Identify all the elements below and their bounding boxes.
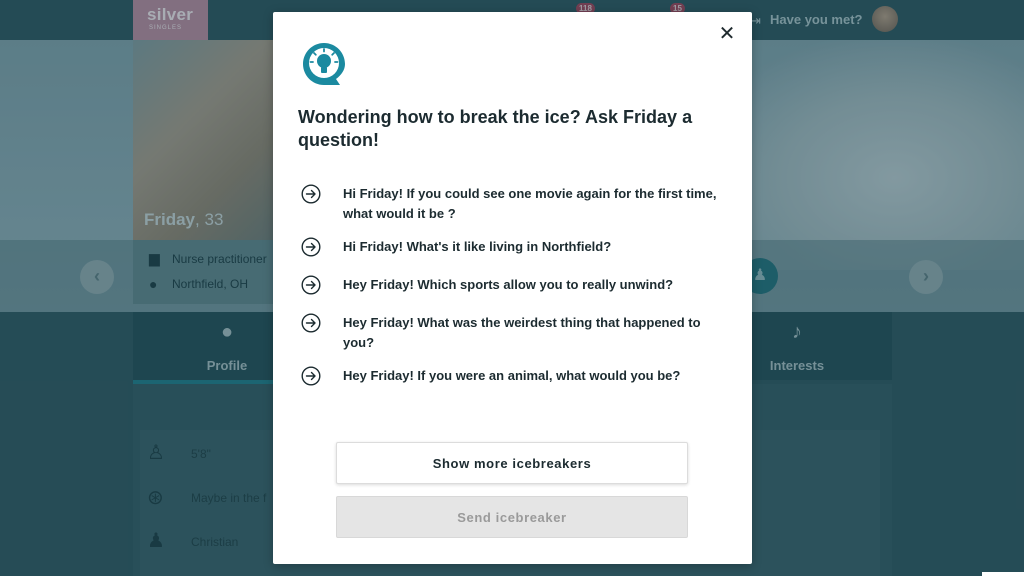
close-icon[interactable]: ✕ <box>716 23 738 45</box>
send-icebreaker-button[interactable]: Send icebreaker <box>336 496 688 538</box>
icebreaker-question-text: Hey Friday! What was the weirdest thing … <box>343 315 701 350</box>
arrow-circle-right-icon <box>301 313 321 333</box>
arrow-circle-right-icon <box>301 275 321 295</box>
arrow-circle-right-icon <box>301 237 321 257</box>
icebreaker-question-text: Hi Friday! What's it like living in Nort… <box>343 239 612 254</box>
icebreaker-question-text: Hey Friday! If you were an animal, what … <box>343 368 681 383</box>
icebreaker-modal: ✕ Wondering how to break the ice? Ask Fr… <box>273 12 752 564</box>
icebreaker-question-text: Hey Friday! Which sports allow you to re… <box>343 277 674 292</box>
arrow-circle-right-icon <box>301 184 321 204</box>
lightbulb-chat-icon <box>303 43 345 85</box>
modal-title: Wondering how to break the ice? Ask Frid… <box>298 107 693 150</box>
icebreaker-question-text: Hi Friday! If you could see one movie ag… <box>343 186 717 221</box>
corner-widget <box>982 572 1024 576</box>
show-more-icebreakers-button[interactable]: Show more icebreakers <box>336 442 688 484</box>
arrow-circle-right-icon <box>301 366 321 386</box>
